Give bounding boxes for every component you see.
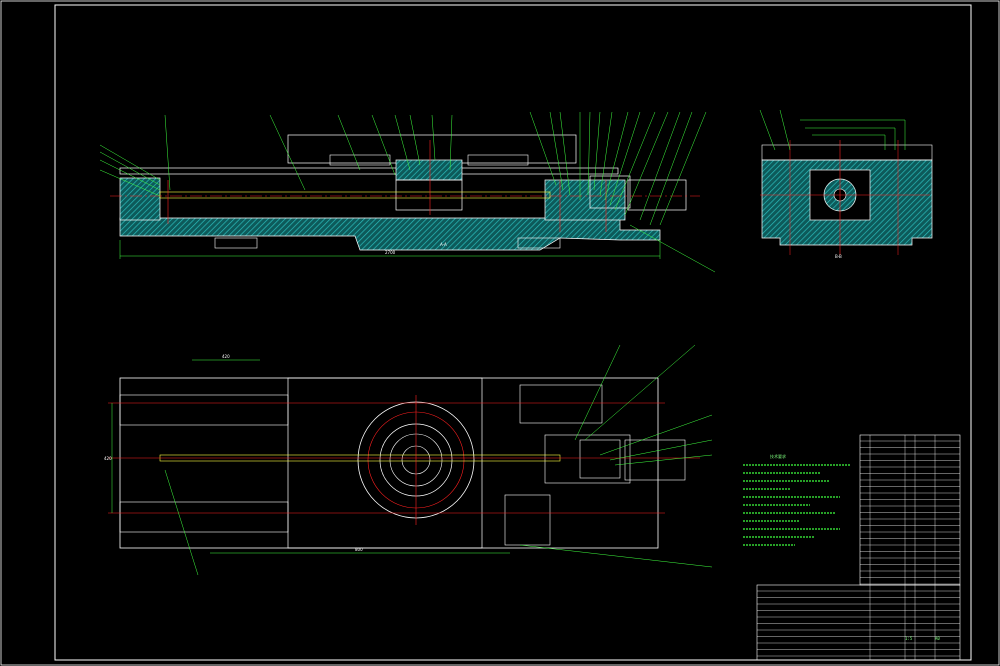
notes-title: 技术要求 bbox=[770, 453, 786, 459]
front-view-label: A-A bbox=[440, 242, 447, 247]
plan-view: 420 420 800 bbox=[104, 344, 713, 576]
side-view-label: B-B bbox=[835, 254, 842, 259]
plan-left-dim: 420 bbox=[104, 456, 112, 461]
plan-bottom-dim: 800 bbox=[355, 547, 363, 552]
title-scale: 1:5 bbox=[905, 636, 913, 641]
parts-list-table: 1:5 A0 bbox=[756, 434, 961, 661]
outer-frame bbox=[0, 0, 1000, 666]
front-section-view: 2700 A-A bbox=[99, 111, 716, 273]
cad-drawing-canvas: 2700 A-A B-B 420 420 800 技术要求 1:5 A0 bbox=[0, 0, 1000, 666]
plan-top-dim: 420 bbox=[222, 354, 230, 359]
title-sheet: A0 bbox=[935, 636, 940, 641]
technical-notes: 技术要求 bbox=[743, 453, 850, 546]
inner-frame bbox=[54, 4, 972, 661]
front-length-dim: 2700 bbox=[385, 250, 396, 255]
side-section-view: B-B bbox=[759, 109, 933, 259]
